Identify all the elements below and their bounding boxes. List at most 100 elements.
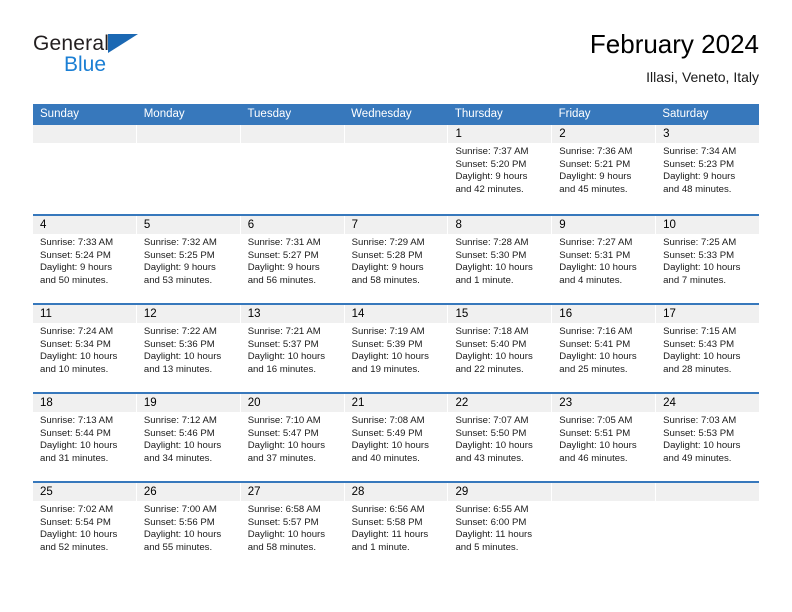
sunrise-text: Sunrise: 7:34 AM (663, 146, 737, 157)
daylight-line1: Daylight: 9 hours (559, 171, 632, 183)
daylight-line1: Daylight: 10 hours (663, 440, 741, 452)
day-number: 22 (448, 394, 552, 412)
day-cell[interactable]: 25 Sunrise: 7:02 AM Sunset: 5:54 PM Dayl… (33, 483, 136, 570)
day-cell[interactable] (343, 125, 448, 214)
day-number (136, 125, 240, 143)
day-number (552, 483, 656, 501)
day-details: Sunrise: 6:56 AM Sunset: 5:58 PM Dayligh… (345, 501, 448, 554)
day-cell[interactable]: 22 Sunrise: 7:07 AM Sunset: 5:50 PM Dayl… (447, 394, 552, 481)
sunset-text: Sunset: 5:20 PM (455, 158, 527, 170)
daylight-line2: and 58 minutes. (247, 541, 316, 553)
daylight-line2: and 1 minute. (351, 541, 410, 553)
day-details: Sunrise: 7:16 AM Sunset: 5:41 PM Dayligh… (552, 323, 655, 376)
day-cell[interactable]: 8 Sunrise: 7:28 AM Sunset: 5:30 PM Dayli… (447, 216, 552, 303)
day-cell[interactable]: 1 Sunrise: 7:37 AM Sunset: 5:20 PM Dayli… (447, 125, 552, 214)
day-number: 20 (240, 394, 344, 412)
day-number: 25 (33, 483, 136, 501)
day-details: Sunrise: 7:03 AM Sunset: 5:53 PM Dayligh… (656, 412, 759, 465)
day-cell[interactable]: 14 Sunrise: 7:19 AM Sunset: 5:39 PM Dayl… (343, 305, 448, 392)
sunrise-text: Sunrise: 7:19 AM (351, 326, 425, 337)
day-details: Sunrise: 7:08 AM Sunset: 5:49 PM Dayligh… (345, 412, 448, 465)
sunrise-text: Sunrise: 7:13 AM (40, 415, 114, 426)
day-details: Sunrise: 7:02 AM Sunset: 5:54 PM Dayligh… (33, 501, 136, 554)
weekday-thursday: Thursday (454, 108, 503, 120)
daylight-line2: and 7 minutes. (663, 274, 727, 286)
day-cell[interactable]: 29 Sunrise: 6:55 AM Sunset: 6:00 PM Dayl… (447, 483, 552, 570)
day-details: Sunrise: 7:12 AM Sunset: 5:46 PM Dayligh… (137, 412, 240, 465)
day-details: Sunrise: 7:33 AM Sunset: 5:24 PM Dayligh… (33, 234, 136, 287)
day-cell[interactable] (33, 125, 136, 214)
day-cell[interactable]: 5 Sunrise: 7:32 AM Sunset: 5:25 PM Dayli… (135, 216, 240, 303)
day-details (137, 143, 240, 146)
day-cell[interactable]: 9 Sunrise: 7:27 AM Sunset: 5:31 PM Dayli… (551, 216, 656, 303)
calendar-page: General Blue February 2024 Illasi, Venet… (0, 0, 792, 612)
day-number: 2 (552, 125, 656, 143)
week-row: 11 Sunrise: 7:24 AM Sunset: 5:34 PM Dayl… (33, 303, 760, 392)
day-details (552, 501, 655, 504)
daylight-line1: Daylight: 9 hours (40, 262, 112, 274)
day-cell[interactable]: 16 Sunrise: 7:16 AM Sunset: 5:41 PM Dayl… (551, 305, 656, 392)
sunrise-text: Sunrise: 7:12 AM (143, 415, 217, 426)
day-details: Sunrise: 7:07 AM Sunset: 5:50 PM Dayligh… (448, 412, 551, 465)
day-cell[interactable]: 2 Sunrise: 7:36 AM Sunset: 5:21 PM Dayli… (551, 125, 656, 214)
day-cell[interactable]: 6 Sunrise: 7:31 AM Sunset: 5:27 PM Dayli… (239, 216, 344, 303)
week-row: 25 Sunrise: 7:02 AM Sunset: 5:54 PM Dayl… (33, 481, 760, 570)
sunrise-text: Sunrise: 7:32 AM (143, 237, 217, 248)
day-number: 7 (344, 216, 448, 234)
day-cell[interactable]: 19 Sunrise: 7:12 AM Sunset: 5:46 PM Dayl… (135, 394, 240, 481)
day-cell[interactable]: 28 Sunrise: 6:56 AM Sunset: 5:58 PM Dayl… (343, 483, 448, 570)
day-details (241, 143, 344, 146)
sunrise-text: Sunrise: 7:37 AM (455, 146, 529, 157)
sunrise-text: Sunrise: 7:36 AM (559, 146, 633, 157)
day-number (344, 125, 448, 143)
day-cell[interactable]: 18 Sunrise: 7:13 AM Sunset: 5:44 PM Dayl… (33, 394, 136, 481)
page-header: General Blue February 2024 Illasi, Venet… (33, 28, 759, 98)
daylight-line1: Daylight: 10 hours (559, 351, 637, 363)
day-cell[interactable] (135, 125, 240, 214)
sunrise-text: Sunrise: 7:15 AM (663, 326, 737, 337)
sunrise-text: Sunrise: 7:05 AM (559, 415, 633, 426)
logo-text-blue: Blue (64, 53, 107, 76)
day-cell[interactable] (551, 483, 656, 570)
day-cell[interactable] (655, 483, 760, 570)
sunrise-text: Sunrise: 7:25 AM (663, 237, 737, 248)
day-cell[interactable]: 15 Sunrise: 7:18 AM Sunset: 5:40 PM Dayl… (447, 305, 552, 392)
day-cell[interactable]: 26 Sunrise: 7:00 AM Sunset: 5:56 PM Dayl… (135, 483, 240, 570)
weekday-tuesday: Tuesday (247, 108, 292, 120)
day-cell[interactable]: 24 Sunrise: 7:03 AM Sunset: 5:53 PM Dayl… (655, 394, 760, 481)
day-cell[interactable]: 17 Sunrise: 7:15 AM Sunset: 5:43 PM Dayl… (655, 305, 760, 392)
day-cell[interactable]: 10 Sunrise: 7:25 AM Sunset: 5:33 PM Dayl… (655, 216, 760, 303)
sunset-text: Sunset: 5:25 PM (143, 249, 215, 261)
day-details: Sunrise: 7:00 AM Sunset: 5:56 PM Dayligh… (137, 501, 240, 554)
day-number: 18 (33, 394, 136, 412)
day-details: Sunrise: 7:22 AM Sunset: 5:36 PM Dayligh… (137, 323, 240, 376)
day-cell[interactable]: 4 Sunrise: 7:33 AM Sunset: 5:24 PM Dayli… (33, 216, 136, 303)
sunset-text: Sunset: 5:41 PM (559, 338, 631, 350)
day-cell[interactable]: 20 Sunrise: 7:10 AM Sunset: 5:47 PM Dayl… (239, 394, 344, 481)
day-details: Sunrise: 7:31 AM Sunset: 5:27 PM Dayligh… (241, 234, 344, 287)
sunrise-text: Sunrise: 7:16 AM (559, 326, 633, 337)
day-cell[interactable]: 27 Sunrise: 6:58 AM Sunset: 5:57 PM Dayl… (239, 483, 344, 570)
sunset-text: Sunset: 5:27 PM (247, 249, 319, 261)
sunrise-text: Sunrise: 7:02 AM (40, 504, 114, 515)
day-cell[interactable] (239, 125, 344, 214)
day-cell[interactable]: 7 Sunrise: 7:29 AM Sunset: 5:28 PM Dayli… (343, 216, 448, 303)
day-details: Sunrise: 7:36 AM Sunset: 5:21 PM Dayligh… (552, 143, 655, 196)
weekday-saturday: Saturday (662, 108, 709, 120)
daylight-line2: and 43 minutes. (455, 452, 524, 464)
day-cell[interactable]: 12 Sunrise: 7:22 AM Sunset: 5:36 PM Dayl… (135, 305, 240, 392)
daylight-line1: Daylight: 10 hours (351, 351, 429, 363)
day-cell[interactable]: 11 Sunrise: 7:24 AM Sunset: 5:34 PM Dayl… (33, 305, 136, 392)
day-number: 24 (656, 394, 760, 412)
day-cell[interactable]: 21 Sunrise: 7:08 AM Sunset: 5:49 PM Dayl… (343, 394, 448, 481)
day-details: Sunrise: 7:15 AM Sunset: 5:43 PM Dayligh… (656, 323, 759, 376)
sunset-text: Sunset: 5:30 PM (455, 249, 527, 261)
sunset-text: Sunset: 5:43 PM (663, 338, 735, 350)
title-block: February 2024 Illasi, Veneto, Italy (590, 28, 759, 88)
daylight-line2: and 46 minutes. (559, 452, 628, 464)
day-cell[interactable]: 13 Sunrise: 7:21 AM Sunset: 5:37 PM Dayl… (239, 305, 344, 392)
day-cell[interactable]: 23 Sunrise: 7:05 AM Sunset: 5:51 PM Dayl… (551, 394, 656, 481)
daylight-line2: and 19 minutes. (351, 363, 420, 375)
day-cell[interactable]: 3 Sunrise: 7:34 AM Sunset: 5:23 PM Dayli… (655, 125, 760, 214)
sunset-text: Sunset: 5:21 PM (559, 158, 631, 170)
